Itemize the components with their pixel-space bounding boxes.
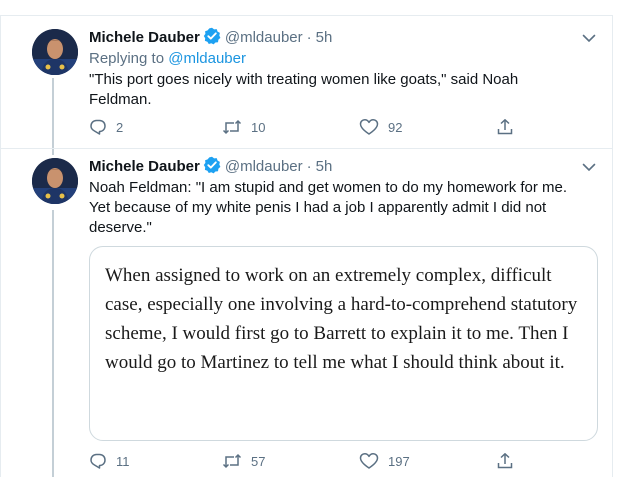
chevron-down-icon[interactable] (582, 159, 596, 177)
reply-count: 11 (116, 453, 130, 469)
timeline-right-border (612, 0, 613, 477)
tweet-header: Michele Dauber @mldauber · 5h (89, 27, 332, 51)
share-icon (496, 118, 514, 136)
chevron-down-icon[interactable] (582, 30, 596, 48)
reply-button[interactable]: 11 (89, 452, 130, 470)
meta-separator: · (306, 29, 312, 46)
share-icon (496, 452, 514, 470)
tweet-divider (0, 15, 612, 16)
previous-tweet-actions-cutoff (0, 0, 622, 15)
retweet-count: 10 (251, 119, 266, 135)
retweet-button[interactable]: 10 (222, 118, 265, 136)
author-handle[interactable]: @mldauber (225, 29, 303, 46)
quoted-text-card[interactable]: When assigned to work on an extremely co… (89, 246, 598, 441)
thread-connector-line (52, 78, 54, 155)
replying-to-mention[interactable]: @mldauber (168, 50, 246, 67)
author-name[interactable]: Michele Dauber (89, 29, 200, 46)
share-button[interactable] (496, 452, 514, 470)
verified-badge-icon (203, 156, 221, 180)
avatar[interactable] (32, 158, 78, 204)
heart-icon (359, 118, 379, 136)
tweet-text: "This port goes nicely with treating wom… (89, 71, 519, 108)
heart-icon (359, 452, 379, 470)
verified-badge-icon (203, 27, 221, 51)
tweet-actions: 2 10 92 (89, 118, 519, 138)
replying-to: Replying to @mldauber (89, 49, 246, 69)
avatar[interactable] (32, 29, 78, 75)
author-name[interactable]: Michele Dauber (89, 158, 200, 175)
quoted-text: When assigned to work on an extremely co… (105, 265, 578, 373)
author-handle[interactable]: @mldauber (225, 158, 303, 175)
tweet-divider (0, 148, 612, 149)
like-button[interactable]: 197 (359, 452, 410, 470)
retweet-button[interactable]: 57 (222, 452, 265, 470)
share-button[interactable] (496, 118, 514, 136)
timeline-left-border (0, 0, 1, 477)
reply-icon (89, 118, 107, 136)
replying-to-label: Replying to (89, 50, 165, 67)
like-button[interactable]: 92 (359, 118, 402, 136)
tweet-text: Noah Feldman: "I am stupid and get women… (89, 179, 568, 236)
retweet-icon (222, 452, 242, 470)
like-count: 197 (388, 453, 410, 469)
meta-separator: · (306, 158, 312, 175)
tweet-timestamp[interactable]: 5h (316, 29, 333, 46)
retweet-count: 57 (251, 453, 266, 469)
retweet-icon (222, 118, 242, 136)
tweet-timestamp[interactable]: 5h (316, 158, 333, 175)
reply-icon (89, 452, 107, 470)
like-count: 92 (388, 119, 403, 135)
tweet-header: Michele Dauber @mldauber · 5h (89, 156, 332, 180)
thread-connector-line (52, 210, 54, 477)
reply-count: 2 (116, 119, 124, 135)
reply-button[interactable]: 2 (89, 118, 123, 136)
tweet-actions: 11 57 197 (89, 452, 519, 472)
